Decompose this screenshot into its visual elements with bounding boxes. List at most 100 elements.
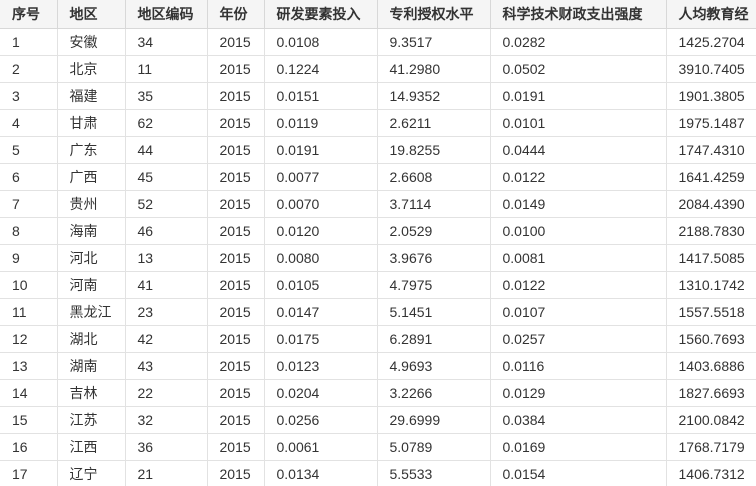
cell-region: 湖南 (57, 352, 126, 380)
cell-rd-input: 0.0147 (264, 298, 378, 326)
cell-rd-input: 0.0134 (264, 460, 378, 486)
cell-sci-expenditure: 0.0282 (490, 28, 667, 56)
cell-year: 2015 (207, 433, 265, 461)
cell-rd-input: 0.1224 (264, 55, 378, 83)
table-row[interactable]: 17 辽宁 21 2015 0.0134 5.5533 0.0154 1406.7312 (0, 460, 756, 486)
cell-year: 2015 (207, 217, 265, 245)
cell-patent-level: 3.7114 (377, 190, 491, 218)
table-row[interactable]: 13 湖南 43 2015 0.0123 4.9693 0.0116 1403.6886 (0, 352, 756, 380)
cell-sci-expenditure: 0.0257 (490, 325, 667, 353)
cell-edu-per-capita: 1406.7312 (666, 460, 756, 486)
cell-patent-level: 41.2980 (377, 55, 491, 83)
cell-patent-level: 3.2266 (377, 379, 491, 407)
cell-region-code: 22 (125, 379, 208, 407)
cell-edu-per-capita: 3910.7405 (666, 55, 756, 83)
cell-region: 安徽 (57, 28, 126, 56)
header-patent-level[interactable]: 专利授权水平 (377, 0, 491, 29)
cell-edu-per-capita: 1403.6886 (666, 352, 756, 380)
table-row[interactable]: 8 海南 46 2015 0.0120 2.0529 0.0100 2188.7830 (0, 217, 756, 245)
header-sci-expenditure[interactable]: 科学技术财政支出强度 (490, 0, 667, 29)
cell-sci-expenditure: 0.0191 (490, 82, 667, 110)
cell-sci-expenditure: 0.0122 (490, 271, 667, 299)
cell-patent-level: 19.8255 (377, 136, 491, 164)
cell-year: 2015 (207, 190, 265, 218)
table-row[interactable]: 15 江苏 32 2015 0.0256 29.6999 0.0384 2100.0842 (0, 406, 756, 434)
cell-patent-level: 3.9676 (377, 244, 491, 272)
header-region-code[interactable]: 地区编码 (125, 0, 208, 29)
cell-year: 2015 (207, 406, 265, 434)
cell-sci-expenditure: 0.0100 (490, 217, 667, 245)
cell-region: 河北 (57, 244, 126, 272)
cell-rd-input: 0.0108 (264, 28, 378, 56)
cell-region: 河南 (57, 271, 126, 299)
cell-year: 2015 (207, 28, 265, 56)
cell-region: 江西 (57, 433, 126, 461)
cell-patent-level: 5.5533 (377, 460, 491, 486)
cell-seq: 3 (0, 82, 58, 110)
cell-edu-per-capita: 2188.7830 (666, 217, 756, 245)
table-row[interactable]: 6 广西 45 2015 0.0077 2.6608 0.0122 1641.4259 (0, 163, 756, 191)
cell-edu-per-capita: 1560.7693 (666, 325, 756, 353)
cell-region-code: 62 (125, 109, 208, 137)
header-year[interactable]: 年份 (207, 0, 265, 29)
cell-edu-per-capita: 1747.4310 (666, 136, 756, 164)
cell-region-code: 34 (125, 28, 208, 56)
header-region[interactable]: 地区 (57, 0, 126, 29)
cell-region-code: 21 (125, 460, 208, 486)
table-row[interactable]: 5 广东 44 2015 0.0191 19.8255 0.0444 1747.4310 (0, 136, 756, 164)
table-row[interactable]: 11 黑龙江 23 2015 0.0147 5.1451 0.0107 1557.5518 (0, 298, 756, 326)
cell-region: 黑龙江 (57, 298, 126, 326)
table-row[interactable]: 1 安徽 34 2015 0.0108 9.3517 0.0282 1425.2704 (0, 28, 756, 56)
table-row[interactable]: 7 贵州 52 2015 0.0070 3.7114 0.0149 2084.4390 (0, 190, 756, 218)
table-row[interactable]: 3 福建 35 2015 0.0151 14.9352 0.0191 1901.3805 (0, 82, 756, 110)
cell-rd-input: 0.0120 (264, 217, 378, 245)
cell-year: 2015 (207, 136, 265, 164)
cell-region-code: 52 (125, 190, 208, 218)
cell-seq: 16 (0, 433, 58, 461)
header-edu-per-capita[interactable]: 人均教育经 (666, 0, 756, 29)
cell-seq: 7 (0, 190, 58, 218)
cell-year: 2015 (207, 244, 265, 272)
cell-rd-input: 0.0175 (264, 325, 378, 353)
cell-patent-level: 14.9352 (377, 82, 491, 110)
cell-sci-expenditure: 0.0149 (490, 190, 667, 218)
cell-edu-per-capita: 1310.1742 (666, 271, 756, 299)
cell-region: 广东 (57, 136, 126, 164)
cell-region-code: 32 (125, 406, 208, 434)
cell-region-code: 44 (125, 136, 208, 164)
table-row[interactable]: 10 河南 41 2015 0.0105 4.7975 0.0122 1310.1742 (0, 271, 756, 299)
cell-edu-per-capita: 2100.0842 (666, 406, 756, 434)
cell-rd-input: 0.0105 (264, 271, 378, 299)
cell-patent-level: 2.0529 (377, 217, 491, 245)
cell-sci-expenditure: 0.0107 (490, 298, 667, 326)
cell-sci-expenditure: 0.0116 (490, 352, 667, 380)
cell-region: 海南 (57, 217, 126, 245)
cell-rd-input: 0.0151 (264, 82, 378, 110)
cell-rd-input: 0.0191 (264, 136, 378, 164)
cell-region-code: 23 (125, 298, 208, 326)
cell-seq: 2 (0, 55, 58, 83)
data-table-container: 序号 地区 地区编码 年份 研发要素投入 专利授权水平 科学技术财政支出强度 人… (0, 0, 756, 486)
table-row[interactable]: 9 河北 13 2015 0.0080 3.9676 0.0081 1417.5085 (0, 244, 756, 272)
cell-patent-level: 2.6608 (377, 163, 491, 191)
table-row[interactable]: 2 北京 11 2015 0.1224 41.2980 0.0502 3910.7405 (0, 55, 756, 83)
table-row[interactable]: 12 湖北 42 2015 0.0175 6.2891 0.0257 1560.7693 (0, 325, 756, 353)
cell-edu-per-capita: 1425.2704 (666, 28, 756, 56)
cell-region-code: 45 (125, 163, 208, 191)
table-row[interactable]: 4 甘肃 62 2015 0.0119 2.6211 0.0101 1975.1487 (0, 109, 756, 137)
table-row[interactable]: 14 吉林 22 2015 0.0204 3.2266 0.0129 1827.6693 (0, 379, 756, 407)
cell-patent-level: 4.7975 (377, 271, 491, 299)
cell-region: 湖北 (57, 325, 126, 353)
header-rd-input[interactable]: 研发要素投入 (264, 0, 378, 29)
cell-patent-level: 2.6211 (377, 109, 491, 137)
header-seq[interactable]: 序号 (0, 0, 58, 29)
cell-year: 2015 (207, 460, 265, 486)
cell-region-code: 41 (125, 271, 208, 299)
cell-region-code: 46 (125, 217, 208, 245)
cell-sci-expenditure: 0.0444 (490, 136, 667, 164)
table-row[interactable]: 16 江西 36 2015 0.0061 5.0789 0.0169 1768.7179 (0, 433, 756, 461)
cell-year: 2015 (207, 82, 265, 110)
cell-year: 2015 (207, 163, 265, 191)
cell-patent-level: 29.6999 (377, 406, 491, 434)
cell-patent-level: 6.2891 (377, 325, 491, 353)
